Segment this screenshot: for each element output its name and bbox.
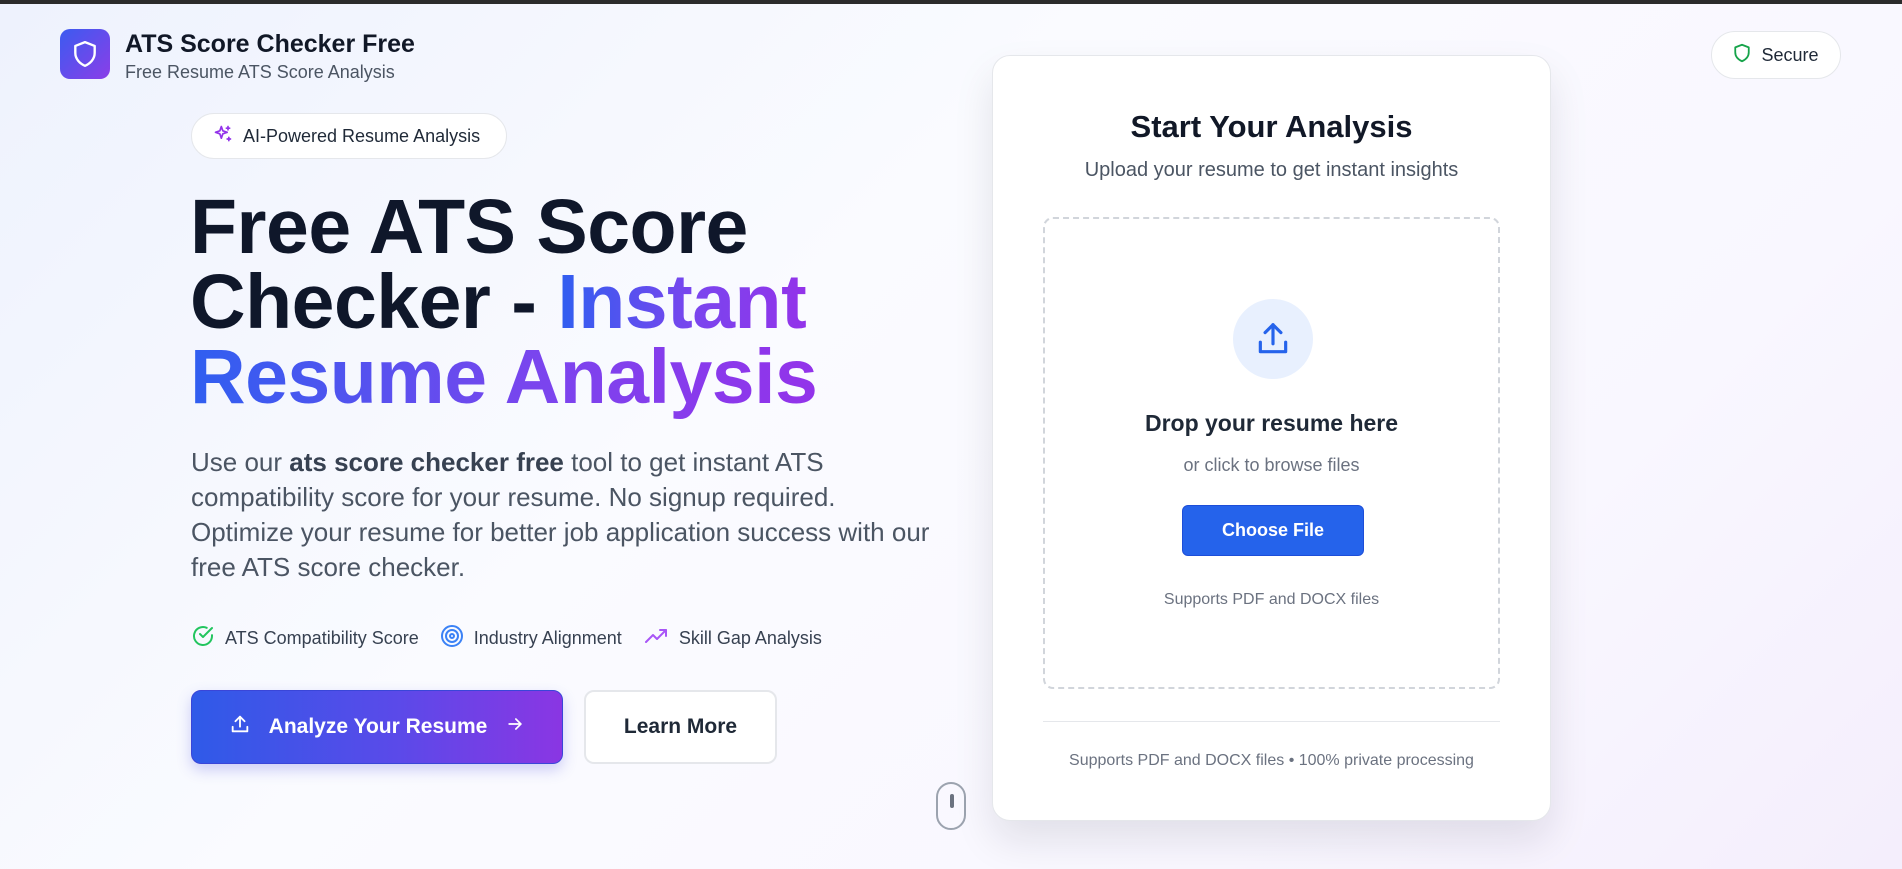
shield-icon xyxy=(60,29,110,79)
feature-label: Skill Gap Analysis xyxy=(678,628,822,648)
analyze-resume-button[interactable]: Analyze Your Resume xyxy=(191,690,563,764)
brand-title: ATS Score Checker Free xyxy=(125,30,415,58)
sparkles-icon xyxy=(213,124,233,149)
feature-list: ATS Compatibility Score Industry Alignme… xyxy=(191,624,822,653)
hero-title-highlight-1: Instant xyxy=(557,259,807,345)
ai-badge: AI-Powered Resume Analysis xyxy=(191,113,507,159)
drop-subtitle: or click to browse files xyxy=(1183,455,1360,475)
hero-title: Free ATS Score Checker - Instant Resume … xyxy=(190,189,950,416)
drop-title: Drop your resume here xyxy=(1144,410,1399,436)
check-circle-icon xyxy=(191,624,215,653)
ai-badge-label: AI-Powered Resume Analysis xyxy=(243,125,481,146)
card-subtitle: Upload your resume to get instant insigh… xyxy=(1084,159,1459,181)
upload-icon xyxy=(229,713,251,741)
secure-label: Secure xyxy=(1761,44,1819,65)
shield-icon xyxy=(1733,43,1751,68)
drop-note: Supports PDF and DOCX files xyxy=(1163,591,1380,608)
target-icon xyxy=(440,624,464,653)
brand[interactable]: ATS Score Checker Free Free Resume ATS S… xyxy=(60,29,415,83)
feature-label: Industry Alignment xyxy=(473,628,622,648)
card-divider xyxy=(1043,721,1500,722)
feature-skill-gap: Skill Gap Analysis xyxy=(643,624,822,653)
upload-icon xyxy=(1233,299,1313,379)
hero-desc-prefix: Use our xyxy=(191,447,290,477)
hero-desc-bold: ats score checker free xyxy=(289,447,564,477)
scroll-indicator-icon[interactable] xyxy=(936,782,966,830)
arrow-right-icon xyxy=(505,714,525,740)
brand-subtitle: Free Resume ATS Score Analysis xyxy=(125,62,395,82)
scroll-wheel xyxy=(950,794,954,808)
hero-description: Use our ats score checker free tool to g… xyxy=(191,445,931,585)
upload-card: Start Your Analysis Upload your resume t… xyxy=(992,55,1551,821)
feature-industry-alignment: Industry Alignment xyxy=(440,624,622,653)
hero-title-line1: Free ATS Score xyxy=(190,184,748,270)
hero-title-line2: Checker - xyxy=(190,259,558,345)
window-top-border xyxy=(0,0,1902,4)
feature-label: ATS Compatibility Score xyxy=(225,628,419,648)
feature-ats-score: ATS Compatibility Score xyxy=(191,624,419,653)
secure-badge: Secure xyxy=(1711,31,1841,79)
learn-more-button[interactable]: Learn More xyxy=(584,690,777,764)
resume-dropzone[interactable]: Drop your resume here or click to browse… xyxy=(1043,217,1500,689)
analyze-resume-label: Analyze Your Resume xyxy=(268,715,488,738)
choose-file-button[interactable]: Choose File xyxy=(1182,505,1364,556)
hero-title-highlight-2: Resume Analysis xyxy=(190,334,818,420)
card-footer: Supports PDF and DOCX files • 100% priva… xyxy=(1069,752,1474,769)
trending-up-icon xyxy=(643,624,669,653)
card-title: Start Your Analysis xyxy=(1130,109,1413,144)
